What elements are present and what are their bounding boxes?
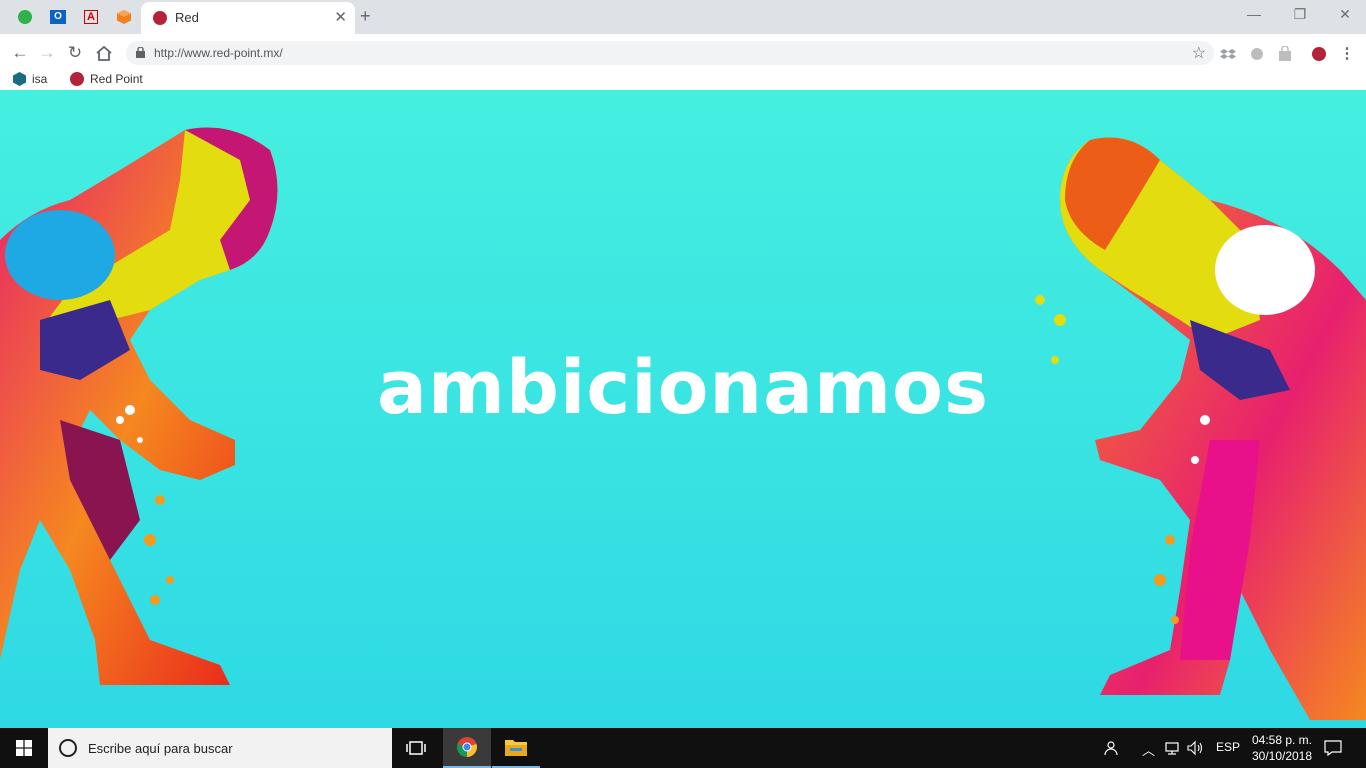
new-tab-button[interactable]: + bbox=[360, 6, 371, 27]
folder-icon bbox=[505, 740, 527, 756]
menu-kebab-icon[interactable]: ⋮ bbox=[1339, 46, 1355, 62]
taskbar-chrome-button[interactable] bbox=[443, 728, 491, 768]
extension-circle-icon[interactable] bbox=[1249, 46, 1265, 62]
hero-heading: ambicionamos bbox=[376, 345, 990, 431]
start-button[interactable] bbox=[0, 728, 48, 768]
red-point-favicon bbox=[70, 72, 84, 86]
bookmark-star-icon[interactable]: ☆ bbox=[1192, 43, 1206, 63]
address-bar[interactable]: http://www.red-point.mx/ ☆ bbox=[126, 41, 1214, 65]
adobe-icon: A bbox=[84, 10, 98, 24]
url-text: http://www.red-point.mx/ bbox=[154, 46, 283, 60]
close-window-button[interactable]: ✕ bbox=[1322, 6, 1366, 23]
forward-button[interactable]: → bbox=[36, 42, 58, 64]
lock-icon bbox=[136, 47, 145, 58]
bookmark-label: Red Point bbox=[90, 72, 143, 86]
cube-icon bbox=[117, 10, 131, 24]
pinned-tab-whatsapp[interactable] bbox=[11, 5, 39, 29]
taskbar-search-box[interactable]: Escribe aquí para buscar bbox=[48, 728, 392, 768]
windows-logo-icon bbox=[16, 740, 32, 756]
close-icon[interactable]: ✕ bbox=[334, 8, 347, 26]
language-indicator[interactable]: ESP bbox=[1216, 740, 1240, 754]
pinned-tab-outlook[interactable]: O bbox=[44, 5, 72, 29]
chevron-up-icon[interactable]: ︿ bbox=[1142, 740, 1155, 759]
chrome-icon bbox=[457, 737, 477, 757]
reload-icon: ↻ bbox=[67, 43, 83, 62]
reload-button[interactable]: ↻ bbox=[64, 42, 86, 64]
task-view-button[interactable] bbox=[392, 728, 440, 768]
shopping-bag-extension-icon[interactable] bbox=[1277, 45, 1293, 62]
restore-button[interactable]: ❐ bbox=[1277, 6, 1323, 23]
profile-avatar[interactable] bbox=[1311, 46, 1327, 62]
page-content: ambicionamos bbox=[0, 90, 1366, 728]
volume-icon[interactable] bbox=[1186, 740, 1204, 759]
search-placeholder: Escribe aquí para buscar bbox=[88, 741, 233, 756]
red-point-favicon bbox=[153, 11, 167, 25]
clock-date: 30/10/2018 bbox=[1251, 749, 1313, 763]
bookmark-isa[interactable]: isa bbox=[13, 72, 47, 86]
tab-strip: O A Red ✕ + — ❐ ✕ bbox=[0, 0, 1366, 34]
bookmark-red-point[interactable]: Red Point bbox=[70, 72, 143, 86]
taskbar-file-explorer-button[interactable] bbox=[492, 728, 540, 768]
back-button[interactable]: ← bbox=[9, 42, 31, 64]
notifications-icon[interactable] bbox=[1324, 740, 1342, 759]
arrow-right-icon: → bbox=[38, 43, 56, 62]
task-view-icon bbox=[406, 741, 426, 755]
bookmarks-bar: isa Red Point bbox=[0, 70, 1366, 90]
whatsapp-icon bbox=[18, 10, 32, 24]
network-icon[interactable] bbox=[1164, 740, 1180, 759]
taskbar-clock[interactable]: 04:58 p. m. 30/10/2018 bbox=[1247, 732, 1317, 764]
cortana-circle-icon bbox=[59, 739, 77, 757]
minimize-button[interactable]: — bbox=[1231, 6, 1277, 22]
tab-title: Red bbox=[175, 10, 199, 25]
hexagon-icon bbox=[13, 72, 26, 86]
windows-taskbar: Escribe aquí para buscar ︿ ESP 04:58 p. … bbox=[0, 728, 1366, 768]
home-button[interactable] bbox=[93, 42, 115, 64]
outlook-icon: O bbox=[50, 10, 66, 24]
dropbox-extension-icon[interactable] bbox=[1220, 46, 1236, 62]
pinned-tab-adobe[interactable]: A bbox=[77, 5, 105, 29]
bookmark-label: isa bbox=[32, 72, 48, 86]
arrow-left-icon: ← bbox=[11, 43, 29, 62]
people-icon[interactable] bbox=[1102, 740, 1118, 759]
pinned-tab-box[interactable] bbox=[110, 5, 138, 29]
home-icon bbox=[96, 45, 112, 61]
clock-time: 04:58 p. m. bbox=[1251, 733, 1313, 747]
tab-red[interactable]: Red ✕ bbox=[141, 2, 355, 34]
